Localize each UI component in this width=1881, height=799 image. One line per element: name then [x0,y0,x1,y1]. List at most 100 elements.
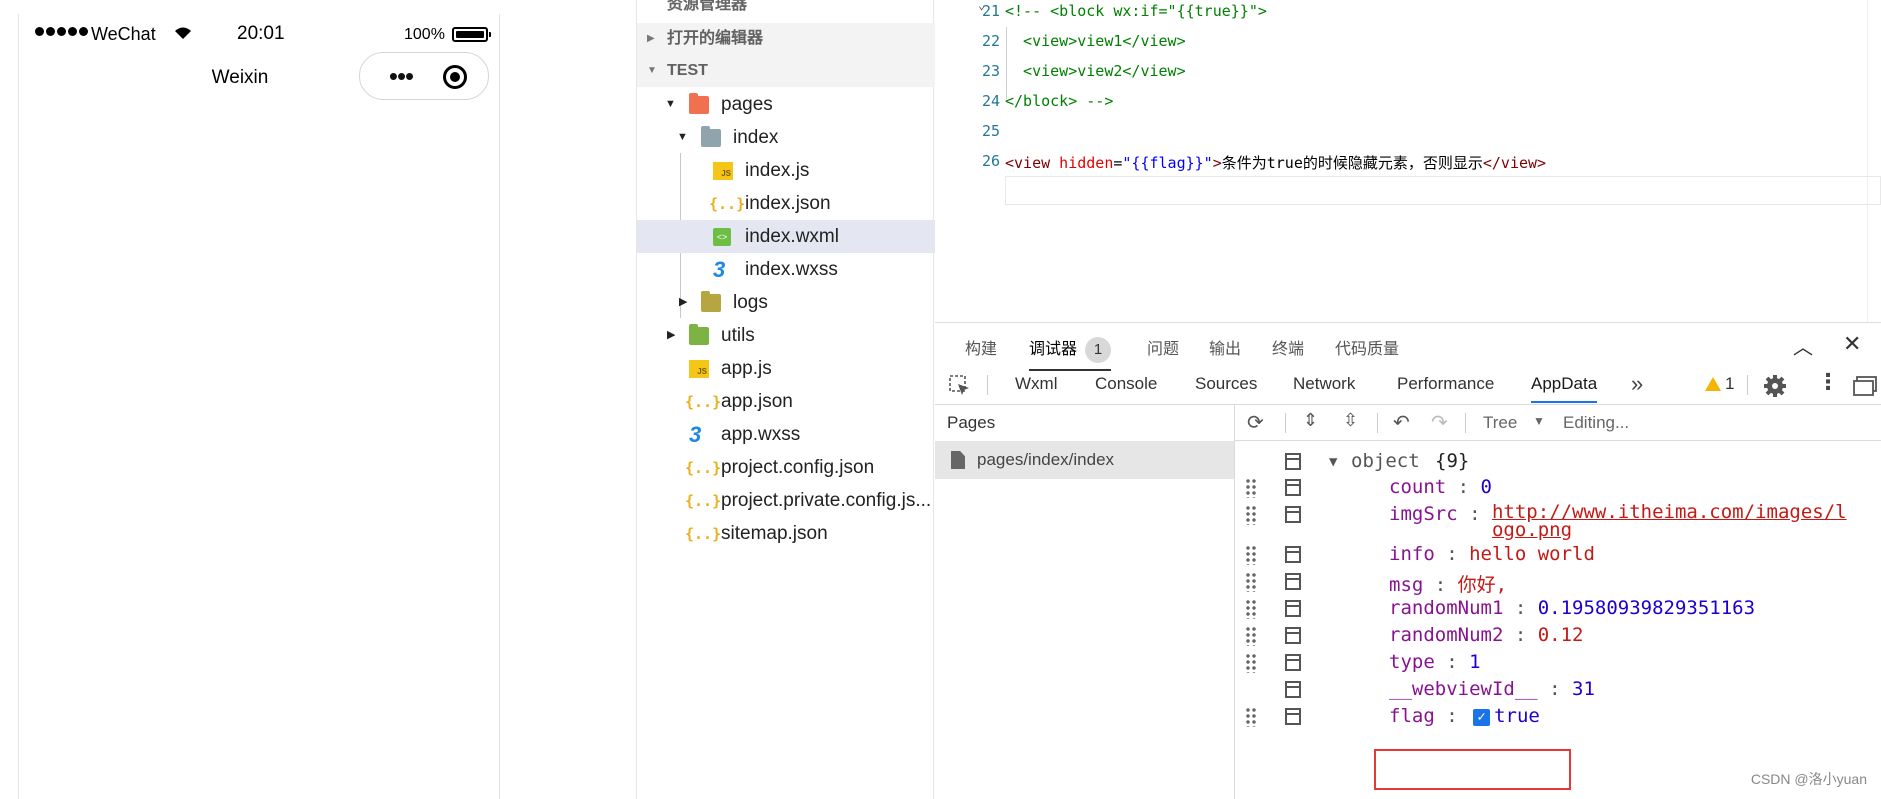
inspect-icon[interactable] [949,375,971,397]
editor-scrollbar[interactable] [1867,0,1881,322]
node-toggle-icon[interactable] [1285,546,1301,563]
node-toggle-icon[interactable] [1285,708,1301,725]
colon: : [1537,678,1573,700]
tree-item-app-js[interactable]: JS app.js [637,352,935,385]
folder-icon [689,324,709,345]
collapse-all-icon[interactable]: ⇳ [1343,410,1358,431]
code-line[interactable]: </block> --> [1005,92,1113,110]
tree-item-project-private-config[interactable]: {..} project.private.config.js... [637,484,935,517]
appdata-row-flag[interactable]: flag : ✓ true [1235,704,1881,730]
appdata-value[interactable]: 31 [1572,678,1595,700]
warning-count[interactable]: 1 [1725,374,1734,394]
tree-item-logs[interactable]: ▶ logs [637,286,935,319]
code-line[interactable]: <view>view1</view> [1005,32,1186,50]
tab-network[interactable]: Network [1293,374,1355,394]
chevron-down-icon[interactable]: ▼ [1329,454,1337,470]
drag-handle-icon[interactable] [1245,626,1257,646]
node-toggle-icon[interactable] [1285,681,1301,698]
tab-build[interactable]: 构建 [965,335,997,359]
tab-performance[interactable]: Performance [1397,374,1494,394]
appdata-value[interactable]: true [1494,705,1540,727]
tab-problems[interactable]: 问题 [1147,335,1179,359]
drag-handle-icon[interactable] [1245,707,1257,727]
appdata-value[interactable]: 1 [1469,651,1480,673]
tree-item-utils[interactable]: ▶ utils [637,319,935,352]
tree-item-index-json[interactable]: {..} index.json [637,187,935,220]
appdata-row-randomNum2[interactable]: randomNum2 : 0.12 [1235,623,1881,649]
appdata-value[interactable]: 0 [1481,476,1492,498]
tree-item-index-wxml[interactable]: <> index.wxml [637,220,935,253]
tree-item-label: index.wxml [745,226,839,247]
node-toggle-icon[interactable] [1285,627,1301,644]
tree-item-index-wxss[interactable]: 3 index.wxss [637,253,935,286]
appdata-value[interactable]: 0.19580939829351163 [1538,597,1755,619]
drag-handle-icon[interactable] [1245,572,1257,592]
drag-handle-icon[interactable] [1245,545,1257,565]
page-item[interactable]: pages/index/index [935,441,1234,479]
drag-handle-icon[interactable] [1245,478,1257,498]
tree-item-app-json[interactable]: {..} app.json [637,385,935,418]
tree-item-app-wxss[interactable]: 3 app.wxss [637,418,935,451]
project-section[interactable]: ▼ TEST [637,55,935,87]
more-icon[interactable]: ••• [376,62,426,90]
tab-console[interactable]: Console [1095,374,1157,394]
undo-icon[interactable]: ↶ [1393,410,1410,435]
tree-item-pages[interactable]: ▼ pages [637,88,935,121]
tree-item-project-config[interactable]: {..} project.config.json [637,451,935,484]
appdata-row-count[interactable]: count : 0 [1235,475,1881,501]
refresh-icon[interactable]: ⟳ [1247,410,1264,435]
appdata-row-webviewId[interactable]: __webviewId__ : 31 [1235,677,1881,703]
drag-handle-icon[interactable] [1245,505,1257,525]
tab-wxml[interactable]: Wxml [1015,374,1057,394]
checkbox-checked-icon[interactable]: ✓ [1473,709,1491,726]
code-editor[interactable]: ⌄ 21 <!-- <block wx:if="{{true}}"> 22 <vie… [935,0,1881,322]
tab-code-quality[interactable]: 代码质量 [1335,335,1399,359]
debug-panel: 构建 调试器 1 问题 输出 终端 代码质量 ︿ ✕ Wxml Console S… [935,322,1881,799]
js-file-icon: JS [689,360,709,378]
view-mode-select[interactable]: Tree [1483,413,1517,433]
tree-item-index-folder[interactable]: ▼ index [637,121,935,154]
dropdown-arrow-icon[interactable]: ▼ [1533,414,1545,428]
node-toggle-icon[interactable] [1285,453,1301,470]
more-tabs-icon[interactable]: » [1631,371,1643,397]
node-toggle-icon[interactable] [1285,573,1301,590]
code-line[interactable]: <view>view2</view> [1005,62,1186,80]
expand-all-icon[interactable]: ⇕ [1303,410,1318,431]
appdata-row-randomNum1[interactable]: randomNum1 : 0.19580939829351163 [1235,596,1881,622]
gear-icon[interactable] [1763,374,1787,398]
redo-icon[interactable]: ↷ [1431,410,1448,435]
tree-root-row[interactable]: ▼ object {9} [1235,449,1881,475]
node-toggle-icon[interactable] [1285,654,1301,671]
kebab-menu-icon[interactable]: ⋮ [1817,369,1839,395]
tab-appdata[interactable]: AppData [1531,374,1598,403]
appdata-row-imgSrc[interactable]: imgSrc : http://www.itheima.com/images/l… [1235,502,1881,540]
appdata-row-msg[interactable]: msg : 你好, [1235,569,1881,596]
tree-item-label: project.config.json [721,457,875,478]
close-miniprogram-icon[interactable] [443,65,467,89]
code-token: <view>view1</view> [1005,32,1186,50]
close-icon[interactable]: ✕ [1843,331,1861,357]
appdata-row-type[interactable]: type : 1 [1235,650,1881,676]
node-toggle-icon[interactable] [1285,479,1301,496]
menu-capsule[interactable]: ••• [359,52,489,100]
node-toggle-icon[interactable] [1285,600,1301,617]
appdata-value[interactable]: 你好, [1458,574,1507,596]
tab-output[interactable]: 输出 [1209,335,1241,359]
drag-handle-icon[interactable] [1245,653,1257,673]
code-line[interactable]: <view hidden="{{flag}}">条件为true的时候隐藏元素，否… [1005,152,1546,173]
chevron-up-icon[interactable]: ︿ [1793,331,1813,360]
node-toggle-icon[interactable] [1285,506,1301,523]
appdata-row-info[interactable]: info : hello world [1235,542,1881,568]
tree-item-sitemap[interactable]: {..} sitemap.json [637,517,935,550]
appdata-value[interactable]: hello world [1469,543,1595,565]
appdata-value-link[interactable]: http://www.itheima.com/images/logo.png [1492,503,1852,540]
dock-icon[interactable] [1853,376,1877,396]
drag-handle-icon[interactable] [1245,599,1257,619]
appdata-value[interactable]: 0.12 [1538,624,1584,646]
tree-item-index-js[interactable]: JS index.js [637,154,935,187]
warning-icon[interactable] [1705,377,1721,391]
tab-sources[interactable]: Sources [1195,374,1257,394]
open-editors-section[interactable]: ▶ 打开的编辑器 [637,23,935,55]
tab-terminal[interactable]: 终端 [1272,335,1304,359]
code-line[interactable]: <!-- <block wx:if="{{true}}"> [1005,2,1267,20]
